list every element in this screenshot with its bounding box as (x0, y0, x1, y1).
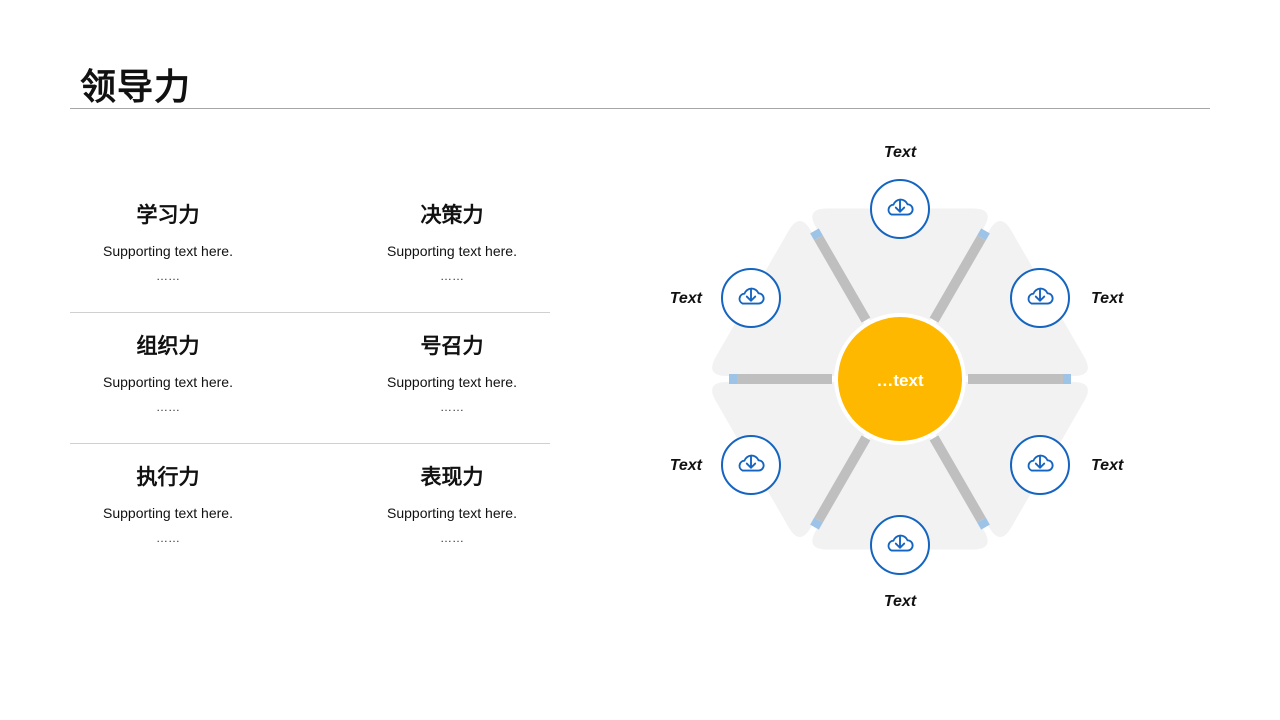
center-label: …text (876, 371, 924, 390)
hexagon-diagram: …text Text Text Text Text Text Text (670, 144, 1124, 610)
spoke-tip (810, 517, 823, 530)
diagram-node: Text (870, 515, 930, 610)
node-label: Text (884, 144, 917, 161)
node-label: Text (884, 593, 917, 610)
node-label: Text (1091, 457, 1124, 474)
spoke-tip (977, 228, 990, 241)
spoke-tip (810, 228, 823, 241)
spoke-tip (977, 517, 990, 530)
node-label: Text (670, 457, 703, 474)
node-label: Text (670, 290, 703, 307)
diagram-node: Text (670, 435, 781, 495)
diagram-node: Text (1010, 435, 1124, 495)
diagram-node: Text (1010, 268, 1124, 328)
diagram-node: Text (870, 144, 930, 239)
diagram-node: Text (670, 268, 781, 328)
node-label: Text (1091, 290, 1124, 307)
